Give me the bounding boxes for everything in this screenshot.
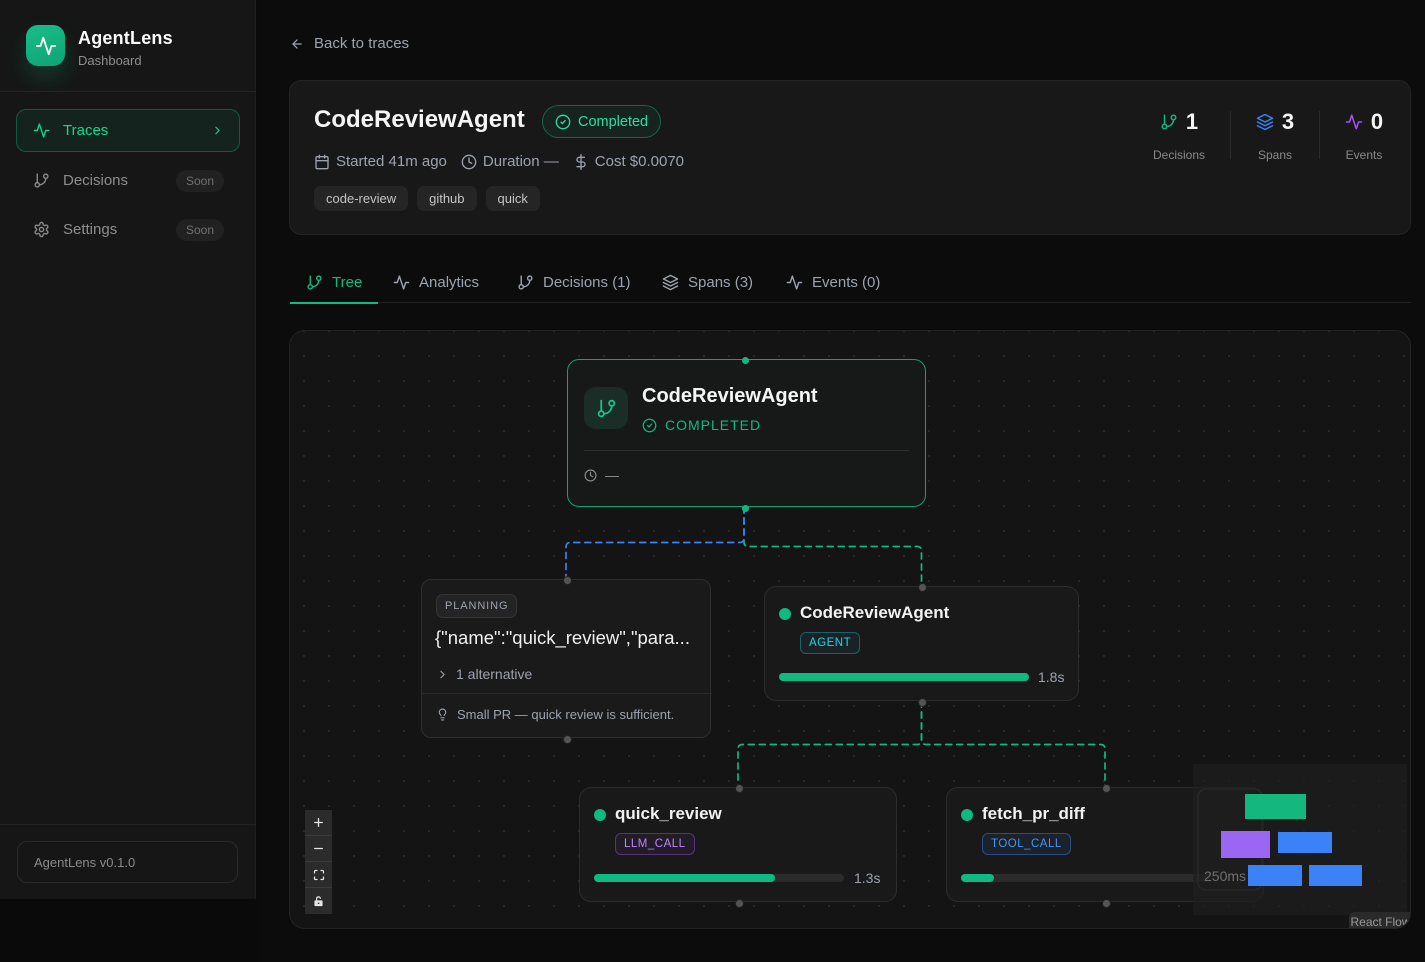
svg-text:250ms: 250ms: [1204, 868, 1246, 884]
